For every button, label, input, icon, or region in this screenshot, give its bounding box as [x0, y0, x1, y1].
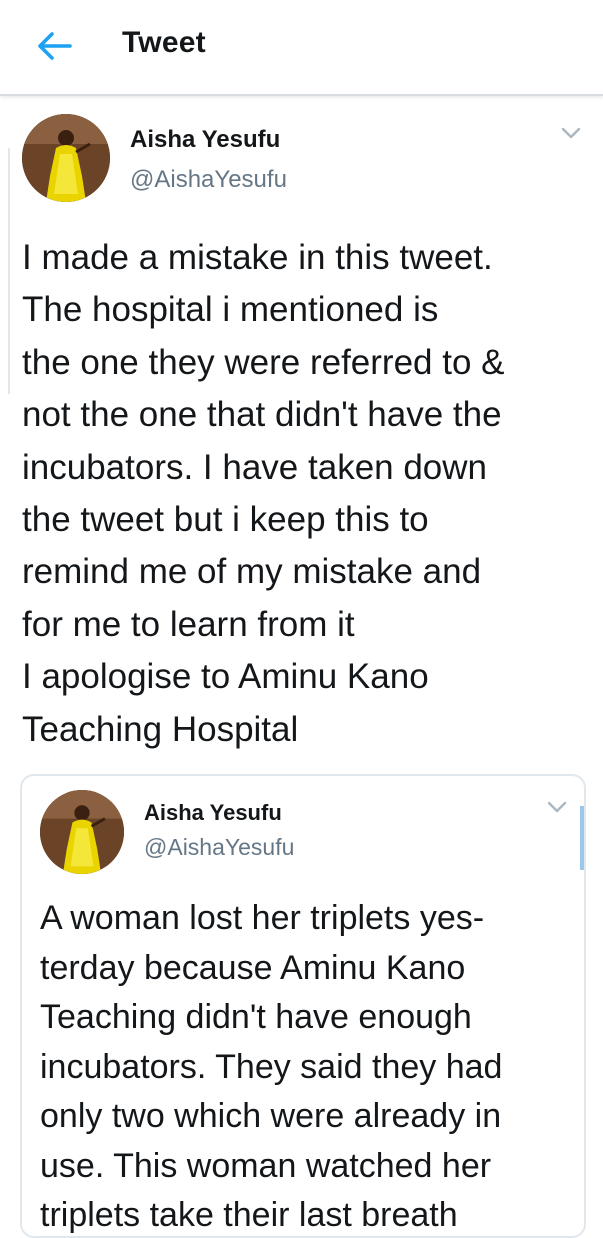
back-button[interactable]	[30, 24, 78, 72]
author-handle[interactable]: @AishaYesufu	[130, 166, 287, 194]
quoted-tweet-menu-button[interactable]	[546, 800, 568, 819]
arrow-left-icon	[34, 30, 74, 67]
scrollbar[interactable]	[580, 806, 584, 870]
avatar[interactable]	[22, 114, 110, 202]
top-app-bar: Tweet	[0, 0, 603, 96]
quoted-author-name[interactable]: Aisha Yesufu	[144, 800, 282, 826]
quoted-author-handle[interactable]: @AishaYesufu	[144, 834, 294, 861]
author-name[interactable]: Aisha Yesufu	[130, 126, 280, 154]
chevron-down-icon	[546, 801, 568, 818]
quoted-tweet-card[interactable]: Aisha Yesufu @AishaYesufu A woman lost h…	[20, 774, 586, 1238]
quoted-tweet-text: A woman lost her triplets yes- terday be…	[40, 899, 503, 1234]
chevron-down-icon	[560, 127, 582, 144]
tweet-detail: Aisha Yesufu @AishaYesufu I made a mista…	[0, 96, 603, 1238]
edge-divider	[8, 148, 10, 394]
tweet-menu-button[interactable]	[560, 126, 582, 145]
page-title: Tweet	[122, 26, 206, 59]
quoted-avatar[interactable]	[40, 790, 124, 874]
tweet-text: I made a mistake in this tweet. The hosp…	[22, 238, 505, 749]
